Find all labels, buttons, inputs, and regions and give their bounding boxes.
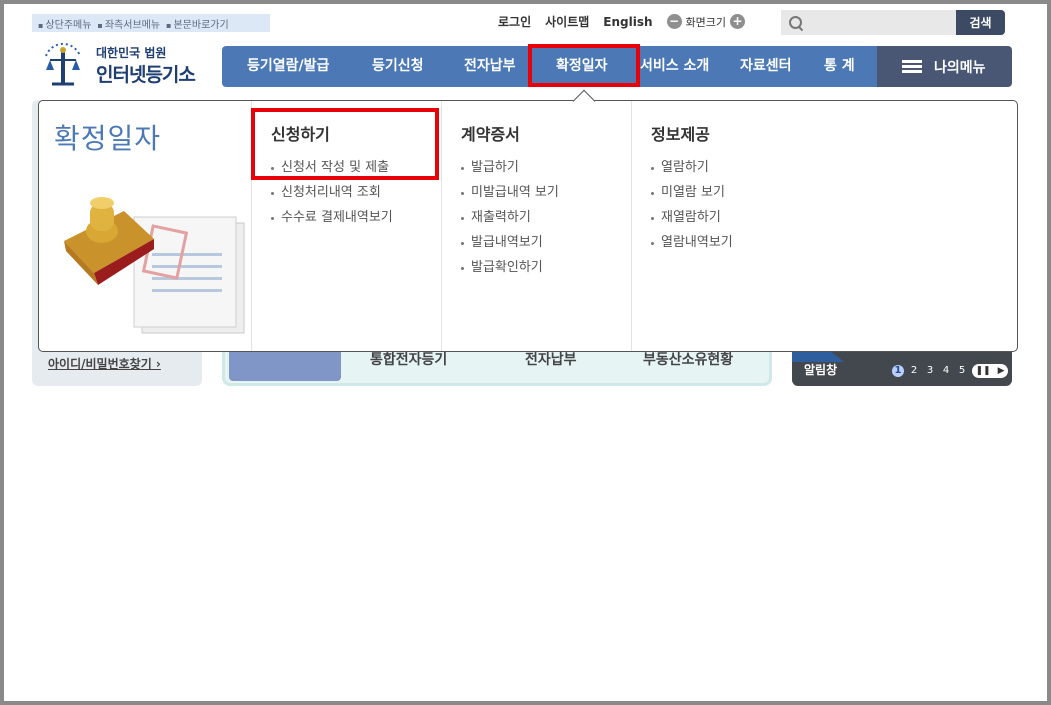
menu-item-fee-history[interactable]: 수수료 결제내역보기	[271, 205, 441, 230]
pager-page[interactable]: 1	[892, 365, 904, 377]
menu-item-issue-verify[interactable]: 발급확인하기	[461, 255, 631, 280]
quick-service-item[interactable]: 통합전자등기	[370, 349, 447, 369]
stamp-document-illustration	[64, 197, 245, 334]
menu-item-unviewed[interactable]: 미열람 보기	[651, 180, 1017, 205]
skip-links: 상단주메뉴 좌측서브메뉴 본문바로가기	[32, 14, 270, 32]
quick-service-item[interactable]: 부동산소유현황	[643, 349, 733, 369]
nav-item-registry-apply[interactable]: 등기신청	[372, 46, 424, 87]
dropdown-title: 확정일자	[54, 122, 162, 155]
menu-item-review[interactable]: 재열람하기	[651, 205, 1017, 230]
notice-label: 알림창	[804, 363, 838, 377]
search-button[interactable]: 검색	[956, 10, 1005, 35]
search-icon	[789, 15, 803, 30]
search-input[interactable]	[809, 16, 949, 29]
sitemap-link[interactable]: 사이트맵	[545, 13, 589, 30]
pager-page[interactable]: 3	[924, 365, 936, 377]
confirmed-date-dropdown: 확정일자 신청하기 신청서 작성 및 제출 신청처리내역 조회 수수료 결제내역…	[38, 100, 1018, 352]
skip-link-left-submenu[interactable]: 좌측서브메뉴	[97, 16, 160, 31]
menu-item-issue[interactable]: 발급하기	[461, 155, 631, 180]
highlight-nav-confirmed-date	[528, 44, 640, 87]
menu-item-view-history[interactable]: 열람내역보기	[651, 230, 1017, 255]
next-icon[interactable]: ▶	[998, 366, 1005, 376]
my-menu-label: 나의메뉴	[934, 59, 986, 76]
nav-item-resource-center[interactable]: 자료센터	[740, 46, 792, 87]
quick-service-item[interactable]: 전자납부	[525, 349, 577, 369]
zoom-out-icon[interactable]: −	[666, 14, 682, 29]
nav-item-e-payment[interactable]: 전자납부	[464, 46, 516, 87]
menu-item-unissued[interactable]: 미발급내역 보기	[461, 180, 631, 205]
menu-item-issue-history[interactable]: 발급내역보기	[461, 230, 631, 255]
pager-page[interactable]: 5	[956, 365, 968, 377]
find-account-link[interactable]: 아이디/비밀번호찾기 ›	[48, 355, 161, 372]
nav-item-registry-view[interactable]: 등기열람/발급	[247, 46, 329, 87]
nav-item-statistics[interactable]: 통 계	[824, 46, 855, 87]
menu-item-status-inquiry[interactable]: 신청처리내역 조회	[271, 180, 441, 205]
font-size-label: 화면크기	[685, 15, 727, 29]
pager-page[interactable]: 4	[940, 365, 952, 377]
my-menu-button[interactable]: 나의메뉴	[877, 46, 1012, 87]
logo-title: 인터넷등기소	[96, 64, 196, 86]
pager-controls: ❚❚ ▶	[972, 364, 1008, 378]
notice-pager: 1 2 3 4 5 ❚❚ ▶	[892, 364, 1008, 378]
nav-item-service-intro[interactable]: 서비스 소개	[640, 46, 709, 87]
highlight-apply-section	[251, 108, 439, 180]
dropdown-column-info: 정보제공 열람하기 미열람 보기 재열람하기 열람내역보기	[631, 101, 1017, 351]
menu-item-reprint[interactable]: 재출력하기	[461, 205, 631, 230]
court-emblem-icon	[45, 42, 81, 86]
menu-item-view[interactable]: 열람하기	[651, 155, 1017, 180]
font-size-control: − 화면크기 +	[666, 14, 746, 30]
english-link[interactable]: English	[603, 15, 652, 29]
skip-link-top-menu[interactable]: 상단주메뉴	[38, 16, 91, 31]
pager-page[interactable]: 2	[908, 365, 920, 377]
site-logo[interactable]: 대한민국 법원 인터넷등기소	[40, 40, 210, 90]
search-box	[781, 10, 956, 35]
login-link[interactable]: 로그인	[498, 13, 531, 30]
dropdown-column-contract: 계약증서 발급하기 미발급내역 보기 재출력하기 발급내역보기 발급확인하기	[441, 101, 631, 351]
skip-link-content[interactable]: 본문바로가기	[166, 16, 228, 31]
utility-bar: 로그인 사이트맵 English − 화면크기 +	[498, 13, 746, 30]
column-heading-info[interactable]: 정보제공	[651, 121, 1017, 145]
hamburger-icon	[902, 59, 922, 74]
logo-subtitle: 대한민국 법원	[96, 46, 167, 60]
pause-icon[interactable]: ❚❚	[975, 366, 990, 376]
column-heading-contract[interactable]: 계약증서	[461, 121, 631, 145]
zoom-in-icon[interactable]: +	[730, 14, 746, 29]
